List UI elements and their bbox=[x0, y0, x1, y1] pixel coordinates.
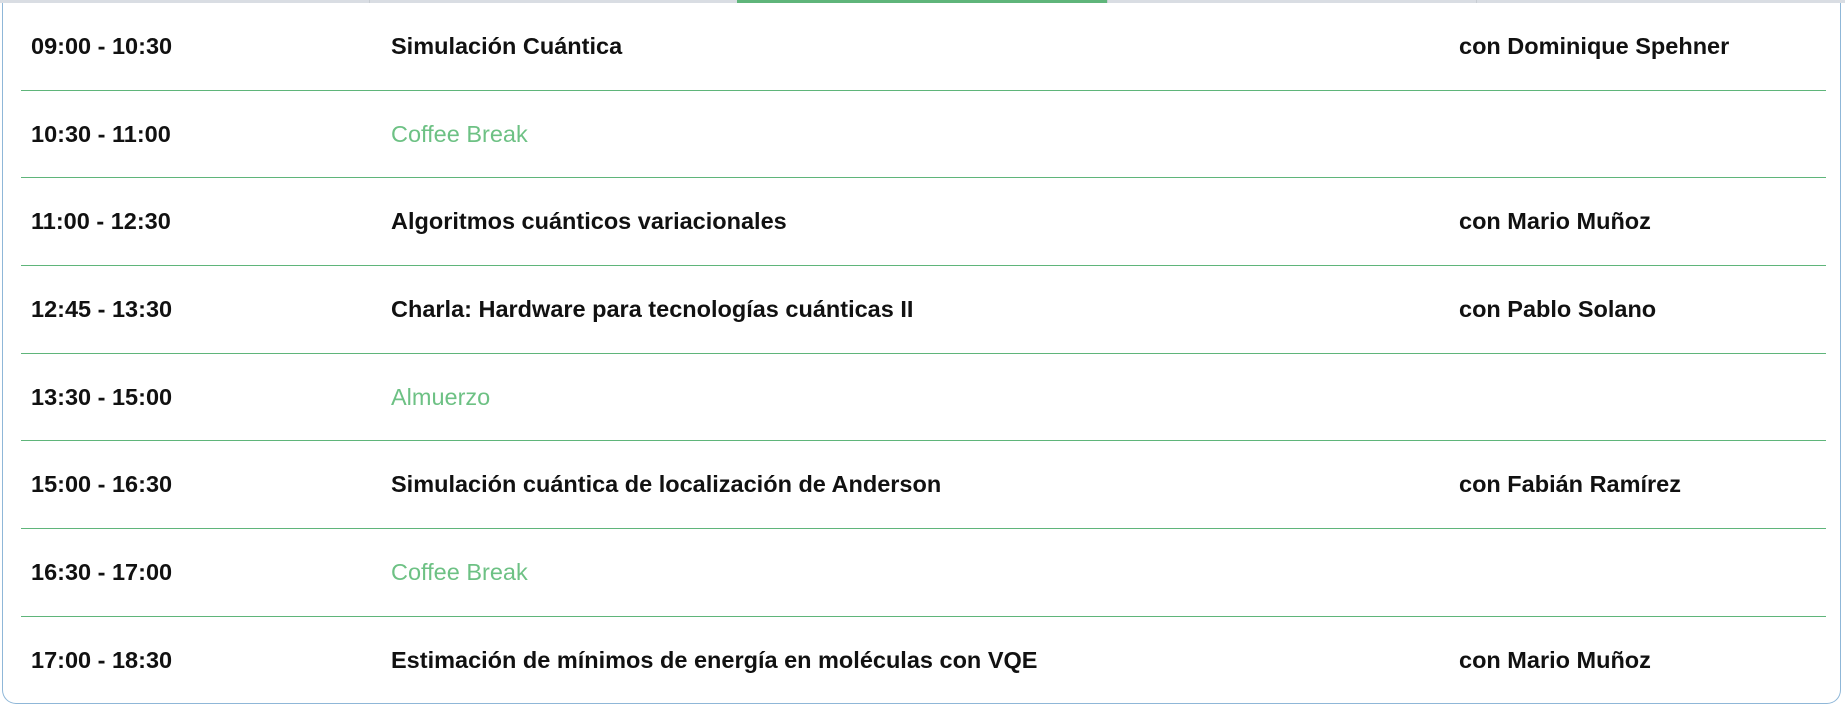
break-time: 13:30 - 15:00 bbox=[31, 383, 173, 410]
break-time: 10:30 - 11:00 bbox=[31, 120, 171, 147]
schedule-row: 11:00 - 12:30 Algoritmos cuánticos varia… bbox=[21, 178, 1826, 267]
session-title: Estimación de mínimos de energía en molé… bbox=[391, 647, 1038, 674]
session-speaker: con Fabián Ramírez bbox=[1459, 471, 1681, 498]
session-speaker: con Pablo Solano bbox=[1459, 295, 1657, 322]
schedule-row: 15:00 - 16:30 Simulación cuántica de loc… bbox=[21, 441, 1826, 530]
session-speaker: con Mario Muñoz bbox=[1459, 647, 1651, 674]
schedule-row-break: 13:30 - 15:00 Almuerzo bbox=[21, 354, 1826, 442]
schedule-row-break: 16:30 - 17:00 Coffee Break bbox=[21, 529, 1826, 617]
session-title: Simulación cuántica de localización de A… bbox=[391, 471, 942, 498]
session-title: Algoritmos cuánticos variacionales bbox=[391, 208, 787, 235]
schedule-list: 09:00 - 10:30 Simulación Cuántica con Do… bbox=[21, 3, 1826, 705]
session-speaker: con Mario Muñoz bbox=[1459, 208, 1651, 235]
schedule-row: 17:00 - 18:30 Estimación de mínimos de e… bbox=[21, 617, 1826, 705]
session-title: Simulación Cuántica bbox=[391, 32, 623, 59]
schedule-panel: 09:00 - 10:30 Simulación Cuántica con Do… bbox=[2, 3, 1841, 704]
session-time: 11:00 - 12:30 bbox=[31, 208, 171, 235]
schedule-row: 09:00 - 10:30 Simulación Cuántica con Do… bbox=[21, 3, 1826, 91]
break-time: 16:30 - 17:00 bbox=[31, 558, 173, 585]
session-time: 09:00 - 10:30 bbox=[31, 32, 173, 59]
schedule-row: 12:45 - 13:30 Charla: Hardware para tecn… bbox=[21, 266, 1826, 354]
session-speaker: con Dominique Spehner bbox=[1459, 32, 1730, 59]
break-title: Almuerzo bbox=[391, 383, 491, 410]
session-time: 12:45 - 13:30 bbox=[31, 295, 173, 322]
break-title: Coffee Break bbox=[391, 558, 528, 585]
session-time: 15:00 - 16:30 bbox=[31, 471, 173, 498]
schedule-row-break: 10:30 - 11:00 Coffee Break bbox=[21, 91, 1826, 179]
session-time: 17:00 - 18:30 bbox=[31, 647, 173, 674]
session-title: Charla: Hardware para tecnologías cuánti… bbox=[391, 295, 914, 322]
break-title: Coffee Break bbox=[391, 120, 528, 147]
